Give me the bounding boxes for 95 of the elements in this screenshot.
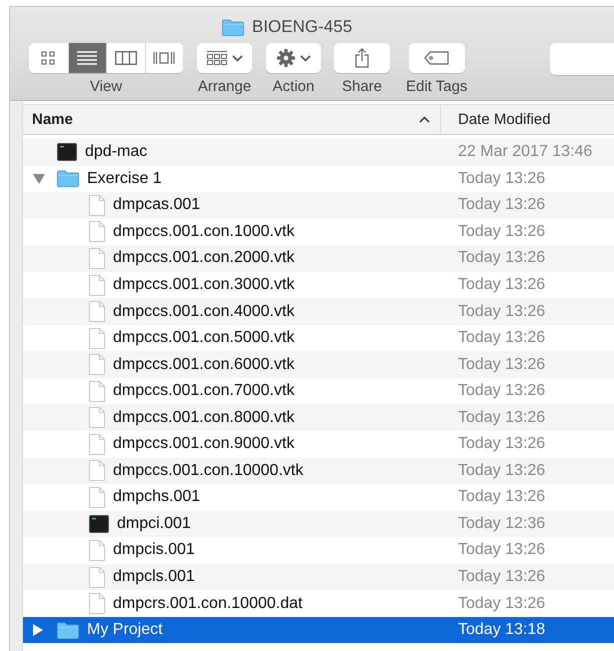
file-name: dmpccs.001.con.2000.vtk [113,249,294,268]
document-icon [89,248,105,269]
document-icon [89,593,105,614]
toolbar-label: Action [272,78,314,95]
grid-icon [41,51,56,65]
document-icon [89,354,105,376]
share-button[interactable] [334,43,390,73]
file-name: dmpccs.001.con.9000.vtk [113,435,294,454]
folder-icon [57,170,79,188]
file-row[interactable]: dmpccs.001.con.4000.vtk Today 13:26 [23,298,614,325]
file-row[interactable]: dmpccs.001.con.10000.vtk Today 13:26 [23,458,614,484]
grid-icon [206,51,226,65]
file-name: dmpccs.001.con.6000.vtk [113,356,294,374]
toolbar-label: Arrange [198,78,252,95]
date-modified: Today 12:36 [457,514,546,533]
document-icon [89,301,105,322]
date-modified: Today 13:26 [457,222,546,241]
file-name: dmpccs.001.con.3000.vtk [113,276,294,294]
file-name: dpd-mac [85,143,148,162]
file-name: Exercise 1 [87,170,162,188]
folder-icon [57,622,79,639]
file-row[interactable]: dmpccs.001.con.2000.vtk Today 13:26 [23,245,614,272]
document-icon [89,486,105,508]
window-title: BIOENG-455 [252,17,352,37]
date-modified: Today 13:26 [457,329,546,348]
columns-icon [114,51,137,65]
file-row[interactable]: My Project Today 13:18 [23,616,614,644]
file-name: dmpcis.001 [113,541,195,560]
document-icon [89,221,105,242]
date-modified: Today 13:26 [457,435,546,454]
document-icon [89,540,105,561]
date-modified: Today 13:26 [457,594,546,613]
tags-button[interactable] [408,43,465,73]
date-modified: Today 13:26 [457,382,546,400]
document-icon [89,328,105,349]
chevron-down-icon [232,54,242,62]
file-row[interactable]: dmpccs.001.con.6000.vtk Today 13:26 [23,351,614,378]
document-icon [89,407,105,428]
file-name: dmpccs.001.con.5000.vtk [113,329,294,348]
document-icon [89,566,105,588]
folder-icon [222,18,244,36]
date-modified: Today 13:18 [457,621,546,640]
terminal-icon [89,514,109,533]
file-row[interactable]: dmpcls.001 Today 13:26 [23,564,614,590]
share-icon [355,48,369,68]
document-icon [89,274,105,296]
file-row[interactable]: dpd-mac 22 Mar 2017 13:46 [23,139,614,166]
date-modified: Today 13:26 [457,249,546,268]
document-icon [89,380,105,402]
file-name: dmpci.001 [117,514,191,533]
date-modified: 22 Mar 2017 13:46 [457,143,592,162]
date-modified: Today 13:26 [457,408,546,427]
file-row[interactable]: dmpccs.001.con.3000.vtk Today 13:26 [23,272,614,298]
file-name: dmpchs.001 [113,488,200,506]
file-name: dmpccs.001.con.7000.vtk [113,382,294,400]
file-row[interactable]: dmpcas.001 Today 13:26 [23,192,614,219]
document-icon [89,460,105,482]
date-modified: Today 13:26 [457,568,546,586]
gear-icon [276,49,294,67]
document-icon [89,434,105,455]
file-name: dmpccs.001.con.1000.vtk [113,222,294,241]
file-row[interactable]: dmpccs.001.con.8000.vtk Today 13:26 [23,404,614,432]
action-button[interactable] [266,43,321,73]
list-icon [77,51,98,65]
toolbar-label: Share [342,78,382,95]
toolbar-label: Edit Tags [406,78,468,95]
column-header[interactable]: Date Modified [441,105,551,134]
date-modified: Today 13:26 [457,196,546,214]
cover-flow-icon [153,51,176,65]
view-mode-button[interactable] [68,43,106,73]
file-name: dmpcls.001 [113,568,195,586]
date-modified: Today 13:26 [457,488,546,506]
file-name: dmpccs.001.con.10000.vtk [113,462,304,480]
arrange-button[interactable] [197,43,252,73]
date-modified: Today 13:26 [457,170,546,188]
date-modified: Today 13:26 [457,541,546,560]
file-name: dmpcas.001 [113,196,200,214]
file-name: dmpccs.001.con.8000.vtk [113,408,294,427]
view-mode-button[interactable] [144,43,183,73]
disclosure-triangle-icon[interactable] [33,174,45,184]
document-icon [89,194,105,216]
tag-icon [424,51,450,65]
date-modified: Today 13:26 [457,462,546,480]
date-modified: Today 13:26 [457,356,546,374]
disclosure-triangle-icon[interactable] [33,624,43,636]
date-modified: Today 13:26 [457,302,546,321]
file-name: dmpccs.001.con.4000.vtk [113,302,294,321]
file-name: dmpcrs.001.con.10000.dat [113,594,302,613]
toolbar-label: View [90,78,122,95]
file-row[interactable]: dmpci.001 Today 12:36 [23,510,614,538]
date-modified: Today 13:26 [457,276,546,294]
column-header[interactable]: Name [23,105,441,134]
terminal-icon [57,143,77,162]
file-name: My Project [87,621,163,640]
chevron-down-icon [300,54,310,62]
